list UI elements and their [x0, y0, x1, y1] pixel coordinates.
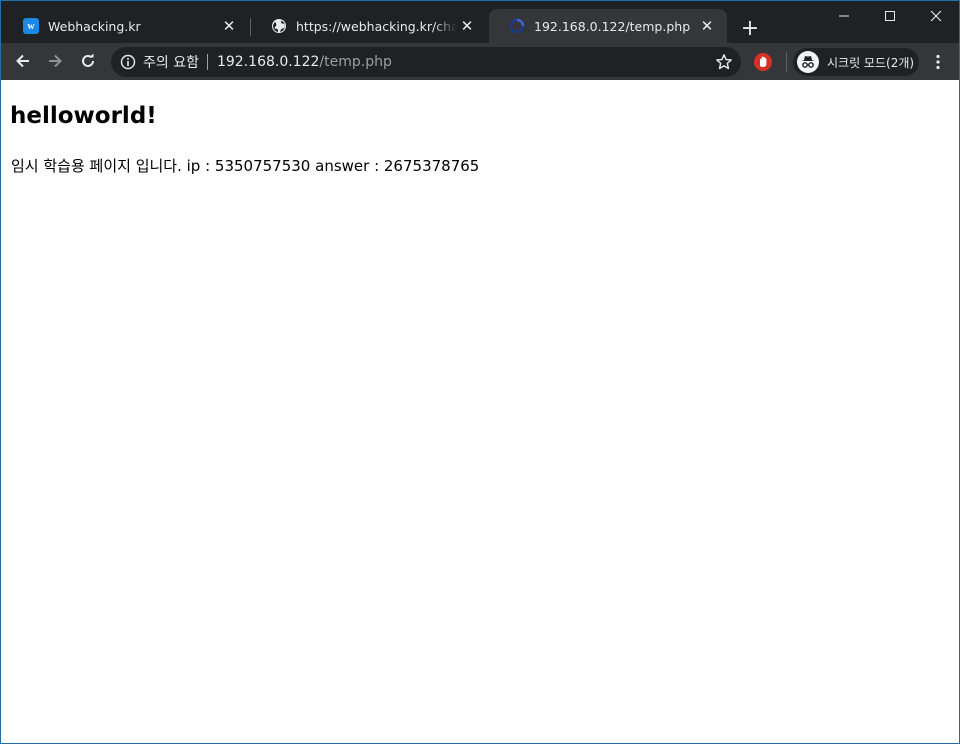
- tab-challenge[interactable]: https://webhacking.kr/challenge ✕: [251, 9, 487, 43]
- close-window-button[interactable]: [913, 1, 959, 31]
- url-path: /temp.php: [319, 54, 392, 70]
- close-tab-icon[interactable]: ✕: [457, 16, 477, 36]
- incognito-button[interactable]: 시크릿 모드(2개): [793, 48, 919, 76]
- back-arrow-icon: [16, 54, 29, 68]
- forward-arrow-icon: [49, 54, 62, 68]
- minimize-icon: [839, 15, 849, 17]
- info-icon[interactable]: [120, 54, 136, 70]
- reload-button[interactable]: [74, 47, 102, 75]
- kebab-menu-icon: [936, 54, 940, 70]
- reload-icon: [82, 53, 94, 67]
- tab-webhacking[interactable]: w Webhacking.kr ✕: [3, 9, 249, 43]
- browser-window: w Webhacking.kr ✕ https://webhacking.kr/…: [0, 0, 960, 744]
- webhacking-w-icon: w: [23, 18, 39, 34]
- menu-button[interactable]: [927, 51, 949, 73]
- page-body-text: 임시 학습용 페이지 입니다. ip : 5350757530 answer :…: [11, 157, 480, 175]
- page-heading: helloworld!: [10, 103, 157, 129]
- globe-icon: [271, 18, 287, 34]
- tab-temp-php[interactable]: 192.168.0.122/temp.php ✕: [489, 9, 727, 43]
- forward-button[interactable]: [41, 47, 69, 75]
- tab-title: https://webhacking.kr/challenge: [296, 18, 457, 34]
- toolbar-divider: [786, 52, 787, 72]
- minimize-button[interactable]: [821, 1, 867, 31]
- tab-title: 192.168.0.122/temp.php: [534, 18, 691, 34]
- close-tab-icon[interactable]: ✕: [219, 16, 239, 36]
- security-status-label[interactable]: 주의 요함: [143, 52, 199, 72]
- address-bar[interactable]: 주의 요함 192.168.0.122/temp.php: [111, 47, 741, 77]
- extension-stop-icon[interactable]: [753, 52, 773, 72]
- loading-icon: [509, 18, 525, 34]
- tab-strip: w Webhacking.kr ✕ https://webhacking.kr/…: [1, 1, 959, 43]
- maximize-icon: [885, 11, 895, 21]
- back-button[interactable]: [9, 47, 37, 75]
- url-host: 192.168.0.122: [216, 54, 320, 70]
- incognito-label: 시크릿 모드(2개): [827, 55, 915, 70]
- close-icon: [930, 10, 942, 22]
- address-divider: [206, 54, 208, 70]
- new-tab-button[interactable]: +: [737, 15, 763, 41]
- incognito-icon: [797, 51, 819, 73]
- close-tab-icon[interactable]: ✕: [697, 16, 717, 36]
- page-content: helloworld! 임시 학습용 페이지 입니다. ip : 5350757…: [1, 80, 959, 743]
- tab-title: Webhacking.kr: [48, 18, 141, 34]
- bookmark-star-icon[interactable]: [715, 53, 733, 71]
- maximize-button[interactable]: [867, 1, 913, 31]
